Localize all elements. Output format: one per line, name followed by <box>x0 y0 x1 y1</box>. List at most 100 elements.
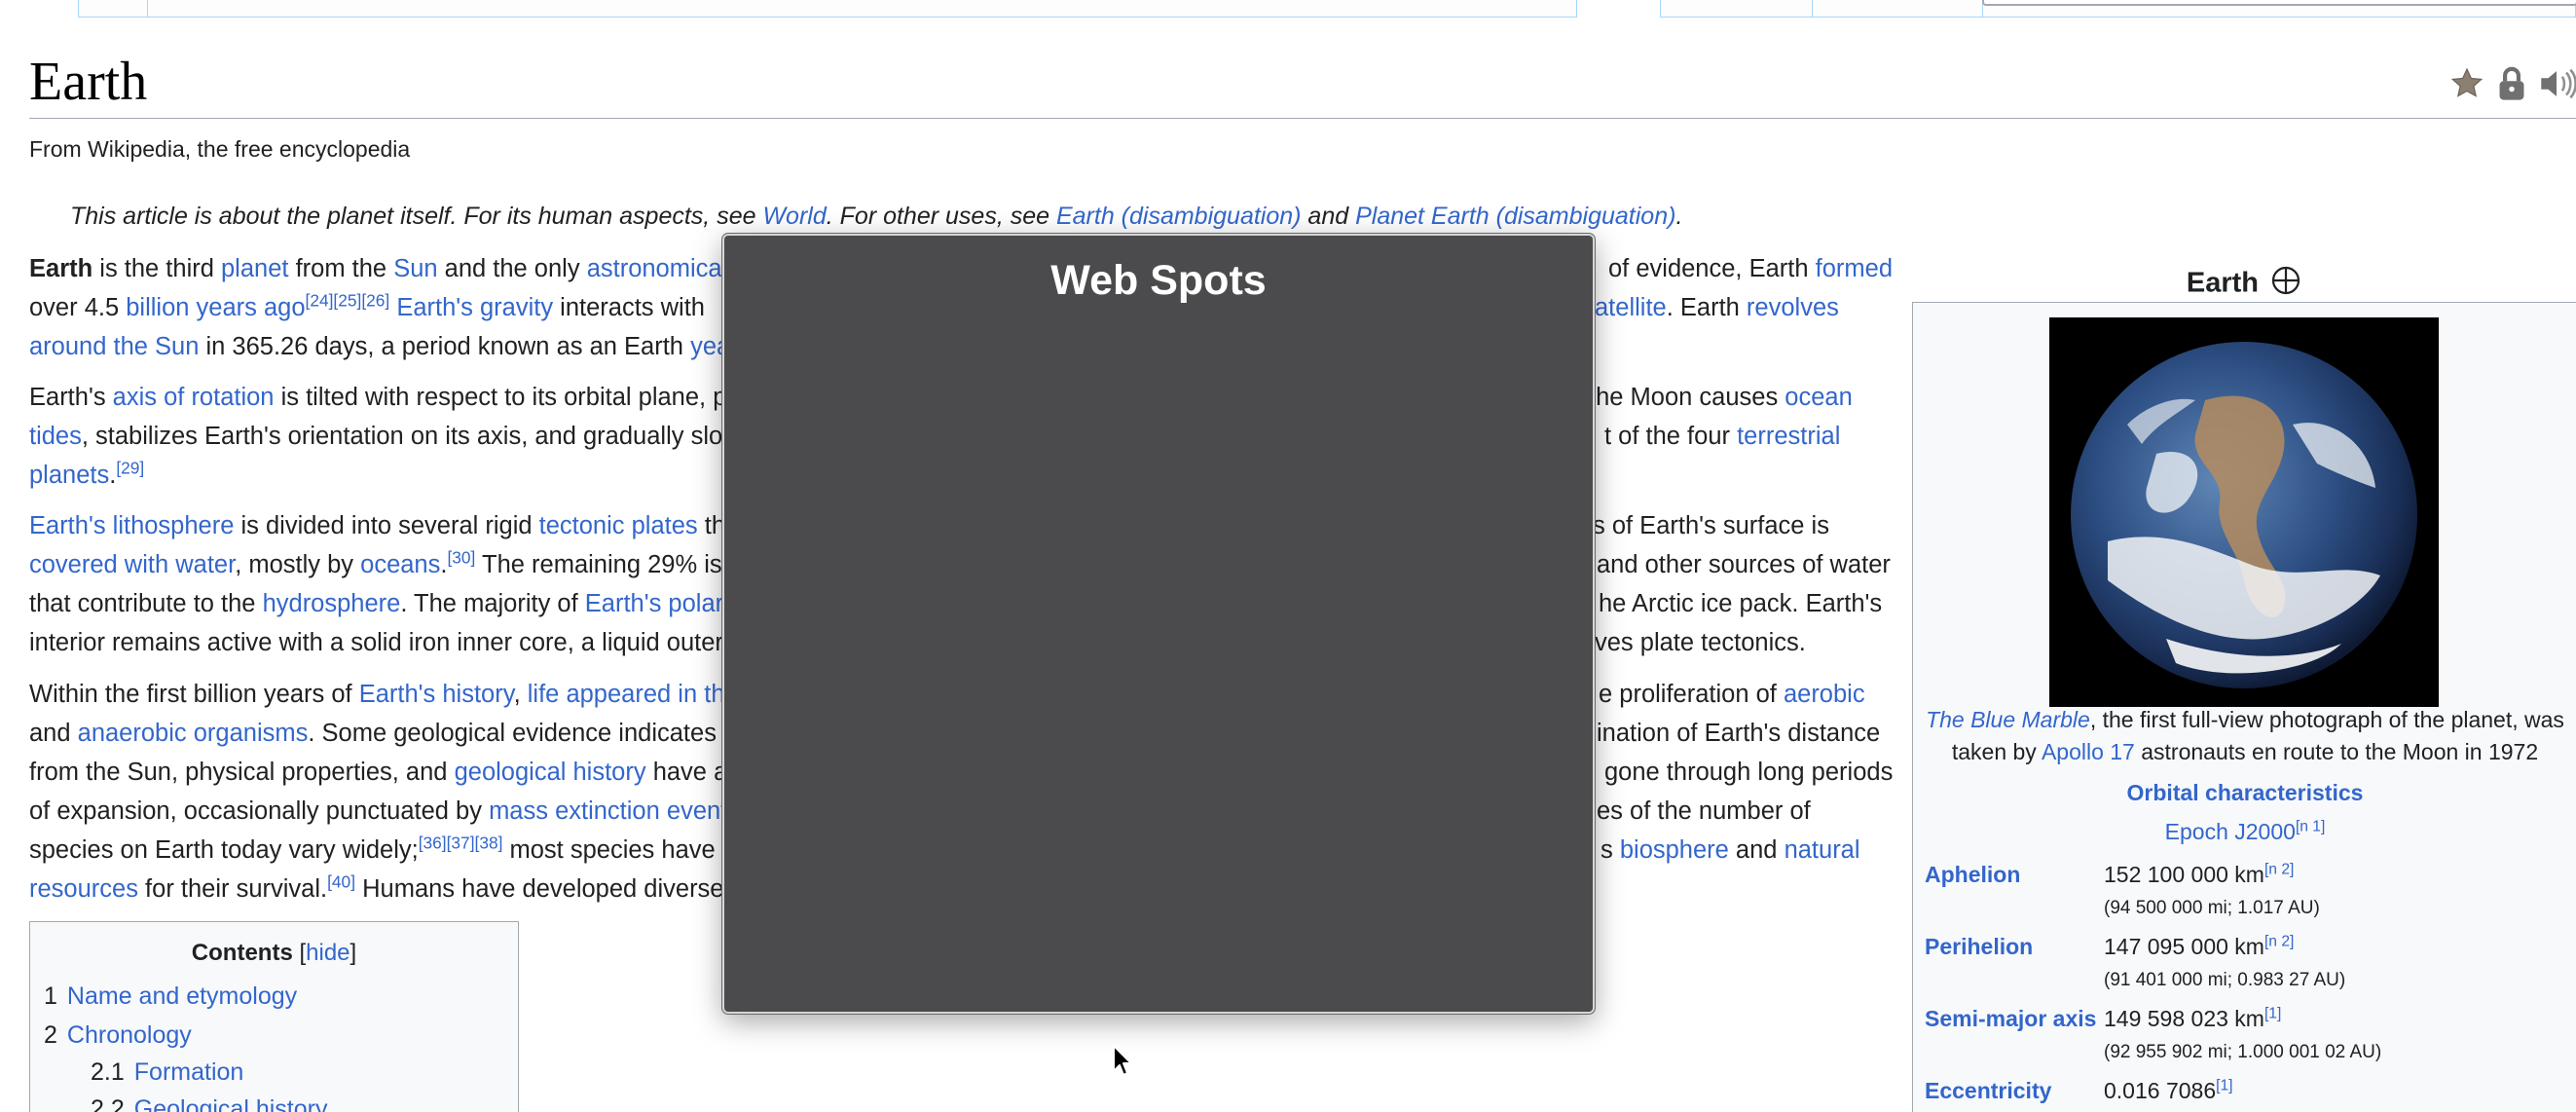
mouse-cursor-icon <box>1113 1045 1132 1076</box>
hatnote-text: . <box>1675 203 1683 230</box>
search-input[interactable] <box>1982 0 2576 6</box>
citation[interactable]: [30] <box>447 548 475 568</box>
link-revolves[interactable]: revolves <box>1747 294 1839 321</box>
infobox-label-semi-major-axis[interactable]: Semi-major axis <box>1925 1006 2096 1032</box>
table-of-contents: Contents [hide] 1 Name and etymology 2 Chr… <box>29 921 519 1112</box>
link-tides[interactable]: tides <box>29 423 82 450</box>
page-status-icons <box>2447 64 2576 103</box>
link-tectonic-plates[interactable]: tectonic plates <box>539 512 698 539</box>
infobox-label-eccentricity[interactable]: Eccentricity <box>1925 1078 2051 1104</box>
link-earths-history[interactable]: Earth's history <box>359 681 514 708</box>
citation[interactable]: [40] <box>327 872 355 892</box>
toc-link[interactable]: Formation <box>134 1058 244 1086</box>
link-biosphere[interactable]: biosphere <box>1620 836 1729 864</box>
caption-text: astronauts en route to the Moon in 1972 <box>2134 739 2539 764</box>
link-ocean[interactable]: ocean <box>1785 384 1852 411</box>
link-earths-polar[interactable]: Earth's polar <box>585 590 723 617</box>
citation[interactable]: [n 2] <box>2264 933 2294 949</box>
link-satellite[interactable]: atellite <box>1595 294 1667 321</box>
link-terrestrial[interactable]: terrestrial <box>1737 423 1840 450</box>
link-billion-years[interactable]: billion years ago <box>126 294 305 321</box>
link-blue-marble[interactable]: The Blue Marble <box>1926 707 2090 732</box>
citation[interactable]: [36][37][38] <box>419 834 503 853</box>
link-world[interactable]: World <box>762 203 826 230</box>
infobox-title-text: Earth <box>2186 267 2260 299</box>
toc-item[interactable]: 2.1 Formation <box>91 1058 243 1087</box>
value-text: 0.016 7086 <box>2104 1078 2217 1103</box>
toc-number: 2.1 <box>91 1058 125 1086</box>
link-apollo-17[interactable]: Apollo 17 <box>2042 739 2135 764</box>
link-natural[interactable]: natural <box>1785 836 1860 864</box>
link-aerobic[interactable]: aerobic <box>1784 681 1865 708</box>
body-text: , mostly by <box>235 551 361 578</box>
link-geological-history[interactable]: geological history <box>455 759 646 786</box>
hatnote-text: This article is about the planet itself.… <box>70 203 763 230</box>
earth-photo[interactable] <box>2049 317 2439 707</box>
speaker-icon[interactable] <box>2537 64 2576 103</box>
body-text: from the Sun, physical properties, and <box>29 759 455 786</box>
infobox-label-aphelion[interactable]: Aphelion <box>1925 862 2020 888</box>
top-view-bar <box>1660 0 2576 18</box>
link-planet[interactable]: planet <box>221 255 288 282</box>
link-life-appeared[interactable]: life appeared in th <box>528 681 725 708</box>
value-text: 149 598 023 km <box>2104 1006 2264 1031</box>
body-text: t of the four <box>1604 423 1738 450</box>
link-mass-extinction[interactable]: mass extinction event <box>489 797 727 825</box>
citation[interactable]: [1] <box>2216 1077 2232 1093</box>
infobox-subvalue: (92 955 902 mi; 1.000 001 02 AU) <box>2104 1042 2382 1062</box>
link-astronomical[interactable]: astronomical <box>587 255 728 282</box>
star-icon[interactable] <box>2447 64 2486 103</box>
page-title: Earth <box>29 52 148 112</box>
link-resources[interactable]: resources <box>29 875 138 903</box>
link-oceans[interactable]: oceans <box>360 551 440 578</box>
link-earth-disambiguation[interactable]: Earth (disambiguation) <box>1056 203 1302 230</box>
infobox-value: 152 100 000 km[n 2] <box>2104 862 2294 888</box>
site-tagline: From Wikipedia, the free encyclopedia <box>29 136 411 162</box>
citation[interactable]: [24][25][26] <box>306 291 390 311</box>
toc-item[interactable]: 1 Name and etymology <box>44 982 297 1011</box>
web-spots-panel[interactable]: Web Spots <box>722 234 1595 1014</box>
toc-hide-link[interactable]: hide <box>306 940 350 966</box>
infobox-label-perihelion[interactable]: Perihelion <box>1925 934 2033 960</box>
link-axis-of-rotation[interactable]: axis of rotation <box>113 384 275 411</box>
infobox: Earth The Blue Marble, the first full-vi… <box>1912 253 2576 1112</box>
citation[interactable]: [1] <box>2264 1005 2281 1021</box>
link-anaerobic-organisms[interactable]: anaerobic organisms <box>78 720 309 747</box>
infobox-caption: The Blue Marble, the first full-view pho… <box>1913 704 2576 768</box>
toc-link[interactable]: Geological history <box>134 1095 328 1112</box>
lock-icon[interactable] <box>2492 64 2531 103</box>
link-hydrosphere[interactable]: hydrosphere <box>263 590 401 617</box>
infobox-subvalue: (91 401 000 mi; 0.983 27 AU) <box>2104 970 2346 990</box>
citation[interactable]: [n 1] <box>2296 818 2325 834</box>
hatnote: This article is about the planet itself.… <box>70 203 1682 231</box>
body-text: have a <box>645 759 728 786</box>
infobox-value: 0.016 7086[1] <box>2104 1078 2233 1104</box>
toc-item[interactable]: 2 Chronology <box>44 1021 192 1050</box>
link-planet-earth-disambiguation[interactable]: Planet Earth (disambiguation) <box>1355 203 1675 230</box>
circle-cross-icon[interactable] <box>2270 265 2301 304</box>
body-text: ves plate tectonics. <box>1595 629 1806 656</box>
citation[interactable]: [29] <box>116 459 144 478</box>
toc-link[interactable]: Chronology <box>67 1021 192 1049</box>
caption-text: , the first full-view photograph of the … <box>2089 707 2564 732</box>
infobox-epoch[interactable]: Epoch J2000[n 1] <box>1913 819 2576 845</box>
body-text: and <box>29 720 78 747</box>
link-covered-with-water[interactable]: covered with water <box>29 551 235 578</box>
value-text: 152 100 000 km <box>2104 862 2264 887</box>
body-text: e proliferation of <box>1599 681 1784 708</box>
infobox-section-header[interactable]: Orbital characteristics <box>1913 780 2576 806</box>
link-sun[interactable]: Sun <box>393 255 437 282</box>
toc-number: 2 <box>44 1021 57 1049</box>
body-text: from the <box>288 255 394 282</box>
link-earths-gravity[interactable]: Earth's gravity <box>396 294 553 321</box>
tab-divider <box>147 0 148 17</box>
body-text: of expansion, occasionally punctuated by <box>29 797 490 825</box>
link-lithosphere[interactable]: Earth's lithosphere <box>29 512 234 539</box>
link-around-the-sun[interactable]: around the Sun <box>29 333 199 360</box>
toc-item[interactable]: 2.2 Geological history <box>91 1095 327 1112</box>
link-formed[interactable]: formed <box>1816 255 1893 282</box>
toc-link[interactable]: Name and etymology <box>67 982 297 1010</box>
link-planets[interactable]: planets <box>29 462 109 489</box>
body-text: es of the number of <box>1597 797 1811 825</box>
citation[interactable]: [n 2] <box>2264 861 2294 877</box>
